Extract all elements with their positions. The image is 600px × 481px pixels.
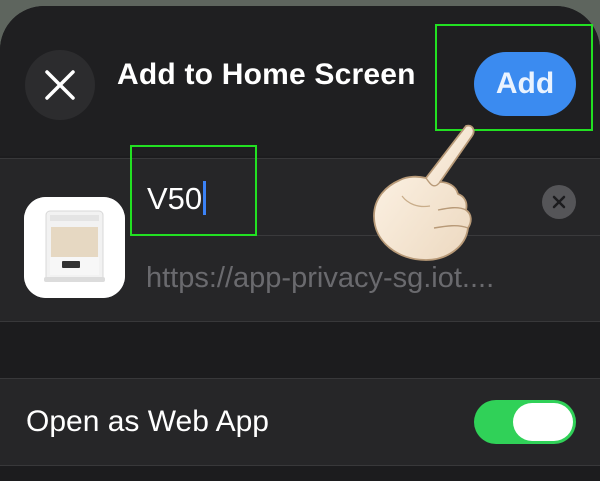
add-button-highlight xyxy=(435,24,593,131)
clear-text-button[interactable] xyxy=(542,185,576,219)
name-field-highlight xyxy=(130,145,257,236)
close-icon xyxy=(45,70,75,100)
clear-icon xyxy=(552,195,566,209)
app-url: https://app-privacy-sg.iot.... xyxy=(146,262,495,294)
robot-vacuum-app-icon xyxy=(24,197,125,298)
toggle-knob xyxy=(513,403,573,441)
pointing-hand-icon xyxy=(373,124,475,261)
web-app-toggle[interactable] xyxy=(474,400,576,444)
section-gap xyxy=(0,322,600,382)
web-app-row: Open as Web App xyxy=(0,378,600,466)
page-title: Add to Home Screen xyxy=(117,58,416,91)
app-entry-card: V50 https://app-privacy-sg.iot.... xyxy=(0,158,600,322)
web-app-label: Open as Web App xyxy=(26,405,269,438)
close-button[interactable] xyxy=(25,50,95,120)
